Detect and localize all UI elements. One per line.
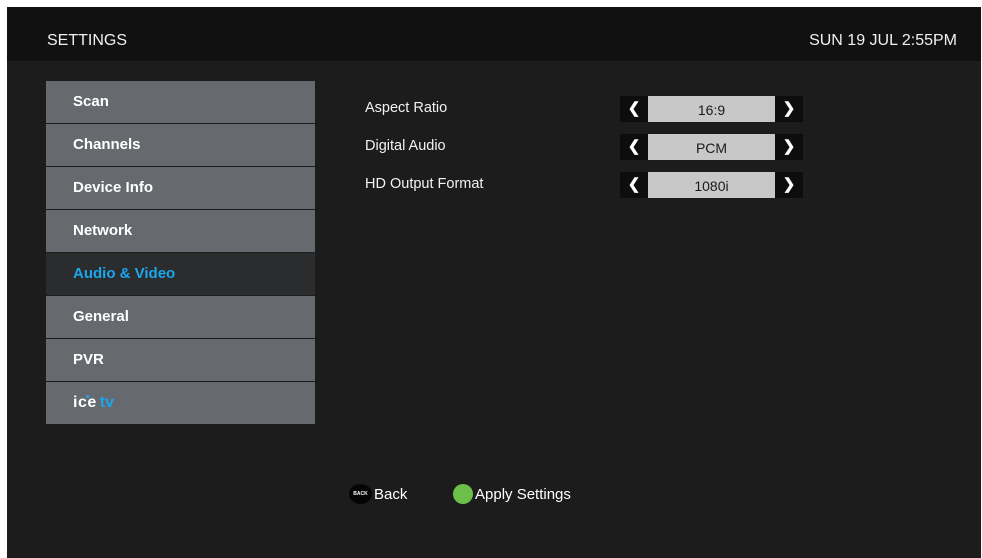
- menu-item-label: General: [73, 308, 129, 325]
- logo-tv-text: tv: [99, 394, 114, 411]
- menu-item-label: Scan: [73, 93, 109, 110]
- setting-hd-output-format: HD Output Format ❮ 1080i ❯: [365, 172, 805, 198]
- green-button-icon: [453, 484, 473, 504]
- setting-label: Aspect Ratio: [365, 100, 448, 116]
- settings-screen: SETTINGS SUN 19 JUL 2:55PM Scan Channels…: [7, 7, 981, 558]
- apply-settings-button[interactable]: Apply Settings: [453, 483, 571, 505]
- chevron-right-icon[interactable]: ❯: [775, 134, 803, 160]
- chevron-left-icon[interactable]: ❮: [620, 96, 648, 122]
- back-label: Back: [374, 485, 408, 503]
- menu-item-label: Device Info: [73, 179, 154, 196]
- apply-settings-label: Apply Settings: [475, 485, 571, 503]
- menu-item-pvr[interactable]: PVR: [46, 339, 315, 381]
- chevron-right-icon[interactable]: ❯: [775, 96, 803, 122]
- menu-item-label: Audio & Video: [73, 265, 176, 282]
- menu-item-channels[interactable]: Channels: [46, 124, 315, 166]
- chevron-right-icon[interactable]: ❯: [775, 172, 803, 198]
- back-button-icon: BACK: [349, 484, 372, 504]
- settings-menu: Scan Channels Device Info Network Audio …: [46, 81, 315, 425]
- menu-item-audio-video[interactable]: Audio & Video: [46, 253, 315, 295]
- chevron-left-icon[interactable]: ❮: [620, 172, 648, 198]
- menu-item-general[interactable]: General: [46, 296, 315, 338]
- setting-label: HD Output Format: [365, 176, 484, 192]
- logo-dot: [85, 395, 89, 398]
- digital-audio-value: PCM: [648, 134, 775, 160]
- header-bar: SETTINGS SUN 19 JUL 2:55PM: [7, 7, 981, 61]
- aspect-ratio-value: 16:9: [648, 96, 775, 122]
- setting-digital-audio: Digital Audio ❮ PCM ❯: [365, 134, 805, 160]
- clock: SUN 19 JUL 2:55PM: [809, 32, 957, 49]
- aspect-ratio-selector[interactable]: ❮ 16:9 ❯: [620, 96, 803, 122]
- back-button[interactable]: BACK Back: [349, 483, 407, 505]
- setting-aspect-ratio: Aspect Ratio ❮ 16:9 ❯: [365, 96, 805, 122]
- menu-item-label: PVR: [73, 351, 104, 368]
- menu-item-label: Network: [73, 222, 133, 239]
- menu-item-icetv[interactable]: ice tv: [46, 382, 315, 424]
- logo-ice-text: ice: [73, 394, 97, 411]
- hd-output-format-selector[interactable]: ❮ 1080i ❯: [620, 172, 803, 198]
- icetv-logo: ice tv: [73, 382, 114, 424]
- digital-audio-selector[interactable]: ❮ PCM ❯: [620, 134, 803, 160]
- menu-item-device-info[interactable]: Device Info: [46, 167, 315, 209]
- hd-output-format-value: 1080i: [648, 172, 775, 198]
- menu-item-label: Channels: [73, 136, 141, 153]
- setting-label: Digital Audio: [365, 138, 446, 154]
- chevron-left-icon[interactable]: ❮: [620, 134, 648, 160]
- page-title: SETTINGS: [47, 32, 128, 49]
- menu-item-network[interactable]: Network: [46, 210, 315, 252]
- menu-item-scan[interactable]: Scan: [46, 81, 315, 123]
